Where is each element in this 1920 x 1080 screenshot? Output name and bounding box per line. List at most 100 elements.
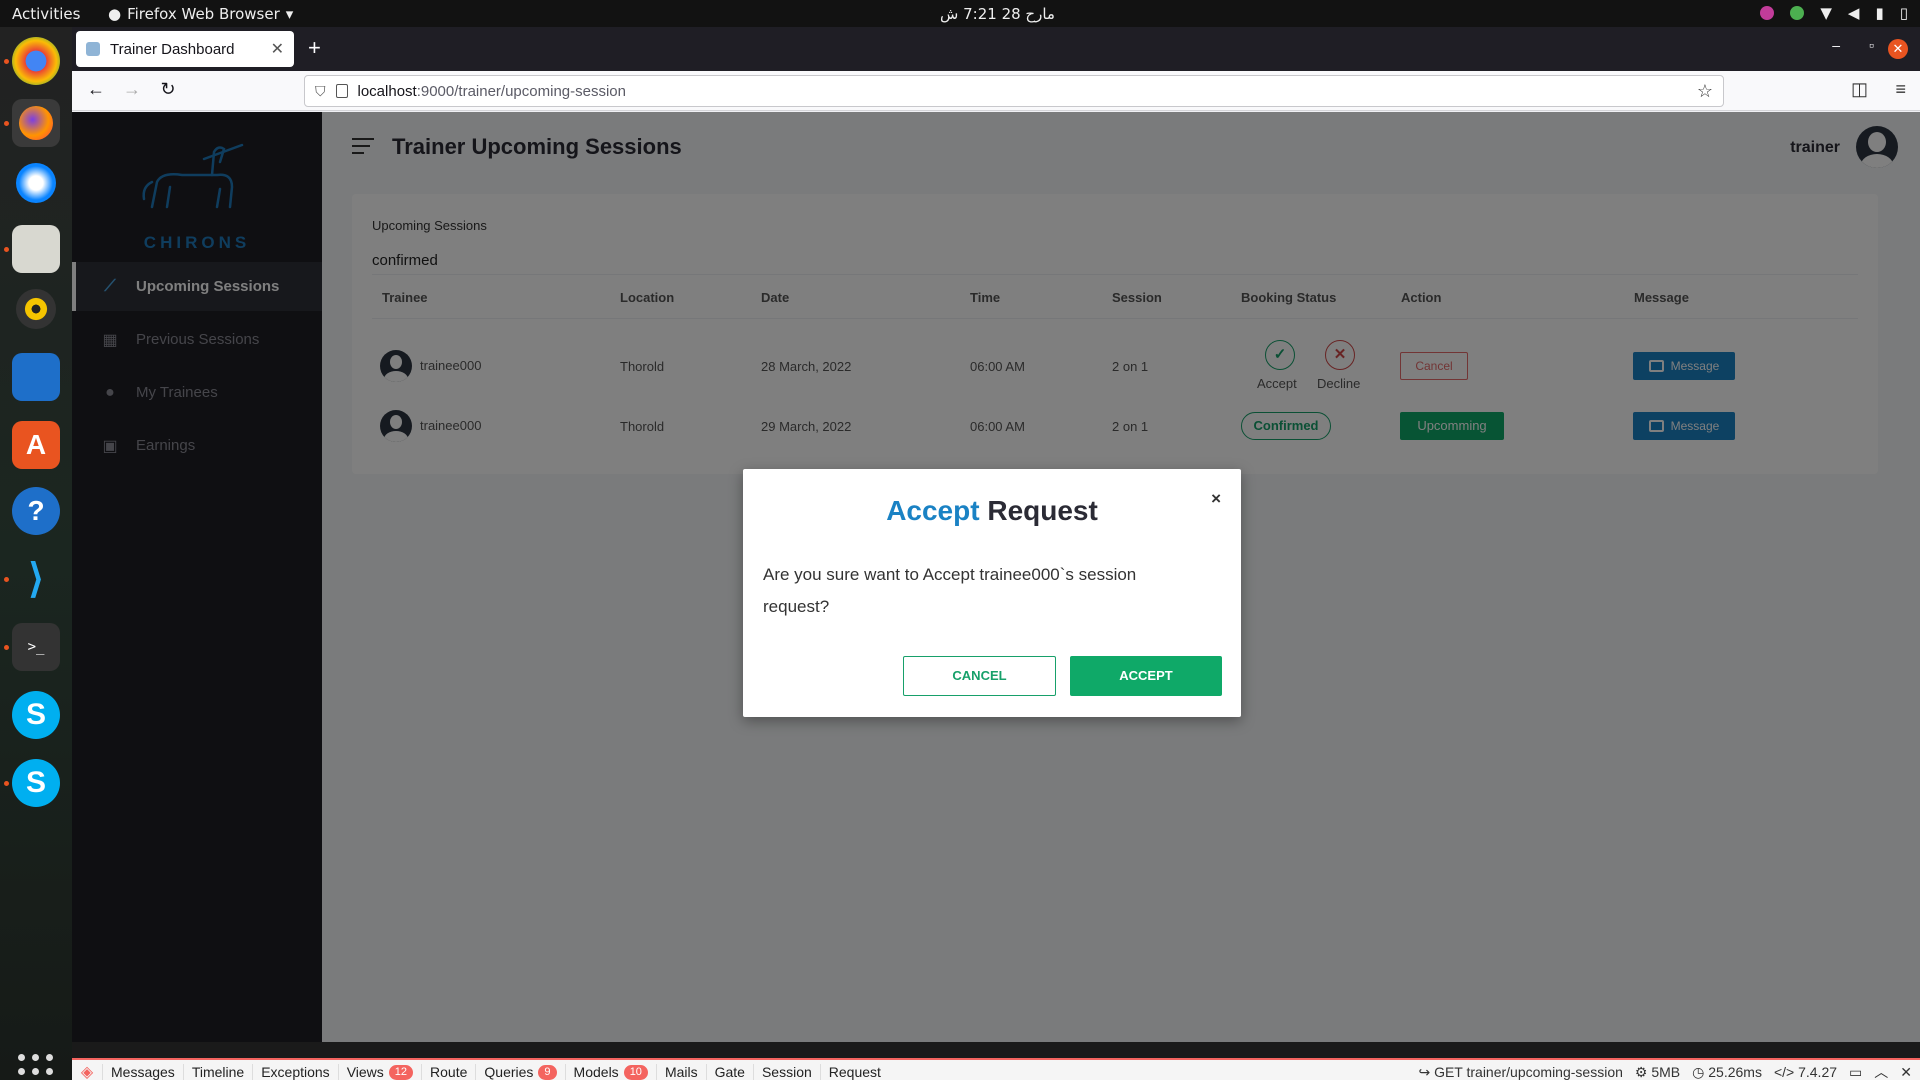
modal-title-accent: Accept xyxy=(886,495,980,526)
route-text: GET trainer/upcoming-session xyxy=(1434,1063,1623,1080)
debug-tab-label: Timeline xyxy=(191,1064,245,1080)
window-close-button[interactable]: ✕ xyxy=(1888,39,1908,59)
reload-button[interactable]: ↻ xyxy=(156,79,180,100)
browser-tab[interactable]: Trainer Dashboard ✕ xyxy=(76,31,294,67)
menu-icon[interactable]: ≡ xyxy=(1895,79,1906,100)
debug-tab-timeline[interactable]: Timeline xyxy=(182,1064,252,1080)
chrome-icon[interactable] xyxy=(12,37,60,85)
update-indicator-icon[interactable] xyxy=(1790,6,1805,20)
debug-tab-label: Exceptions xyxy=(261,1064,330,1080)
folder-icon[interactable]: ▭ xyxy=(1849,1064,1862,1080)
activities-button[interactable]: Activities xyxy=(12,5,80,23)
accept-button[interactable]: ACCEPT xyxy=(1070,656,1222,696)
skype-icon[interactable]: S xyxy=(12,691,60,739)
back-button[interactable]: ← xyxy=(84,79,108,100)
debug-tab-request[interactable]: Request xyxy=(819,1064,889,1080)
close-icon[interactable]: × xyxy=(1211,489,1221,509)
debug-tab-label: Mails xyxy=(664,1064,698,1080)
chevron-down-icon: ▾ xyxy=(285,5,294,23)
tab-strip: Trainer Dashboard ✕ + – ▫ ✕ xyxy=(72,27,1920,71)
debug-bar-strip: ◈ Messages Timeline Exceptions Views 12 R… xyxy=(72,1058,1920,1080)
battery-icon[interactable]: ▯ xyxy=(1900,4,1908,22)
modal-message: Are you sure want to Accept trainee000`s… xyxy=(763,565,1137,616)
url-path: :9000/trainer/upcoming-session xyxy=(416,82,626,100)
debug-tab-models[interactable]: Models 10 xyxy=(564,1064,656,1080)
count-badge: 12 xyxy=(388,1064,414,1080)
count-badge: 9 xyxy=(538,1064,557,1080)
debug-tab-exceptions[interactable]: Exceptions xyxy=(252,1064,337,1080)
debug-tab-label: Queries xyxy=(484,1064,534,1080)
memory-text: 5MB xyxy=(1651,1063,1681,1080)
system-tray[interactable]: ▼ ◀ ▮ ▯ xyxy=(1760,4,1908,22)
debug-bar: ◈ Messages Timeline Exceptions Views 12 R… xyxy=(72,1042,1920,1080)
firefox-icon[interactable] xyxy=(12,99,60,147)
running-indicator xyxy=(4,645,9,650)
show-apps-grid-icon[interactable] xyxy=(18,1054,54,1080)
running-indicator xyxy=(4,121,9,126)
memory-info: ⚙ 5MB xyxy=(1634,1063,1681,1080)
app-menu-label: Firefox Web Browser xyxy=(127,5,280,23)
running-indicator xyxy=(4,247,9,252)
debug-tab-session[interactable]: Session xyxy=(752,1064,820,1080)
debug-tab-label: Gate xyxy=(714,1064,745,1080)
php-version-info: </> 7.4.27 xyxy=(1773,1064,1838,1080)
close-tab-icon[interactable]: ✕ xyxy=(271,39,284,59)
debug-tab-mails[interactable]: Mails xyxy=(655,1064,706,1080)
clock[interactable]: مارح 28 7:21 ش xyxy=(940,5,1055,23)
os-top-bar: Activities ● Firefox Web Browser ▾ مارح … xyxy=(0,0,1920,27)
skype-icon[interactable]: S xyxy=(12,759,60,807)
bookmark-star-icon[interactable]: ☆ xyxy=(1697,81,1713,102)
laravel-logo-icon[interactable]: ◈ xyxy=(72,1062,102,1080)
wifi-icon[interactable]: ▼ xyxy=(1820,4,1832,22)
navigation-toolbar: ← → ↻ ⛉ localhost:9000/trainer/upcoming-… xyxy=(72,71,1920,111)
debug-bar-stats: ↪ GET trainer/upcoming-session ⚙ 5MB ◷ 2… xyxy=(1418,1062,1912,1080)
php-version-text: 7.4.27 xyxy=(1798,1064,1838,1080)
new-tab-button[interactable]: + xyxy=(308,35,321,61)
browser-window: Trainer Dashboard ✕ + – ▫ ✕ ← → ↻ ⛉ loca… xyxy=(72,27,1920,1080)
accept-request-modal: Accept Request × Are you sure want to Ac… xyxy=(743,469,1241,717)
debug-tab-label: Session xyxy=(761,1064,812,1080)
help-icon[interactable]: ? xyxy=(12,487,60,535)
debug-tab-messages[interactable]: Messages xyxy=(102,1064,183,1080)
maximize-button[interactable]: ▫ xyxy=(1869,37,1874,53)
running-indicator xyxy=(4,59,9,64)
rhythmbox-icon[interactable] xyxy=(12,285,60,333)
debug-tab-gate[interactable]: Gate xyxy=(705,1064,753,1080)
debug-tab-views[interactable]: Views 12 xyxy=(337,1064,421,1080)
debug-tab-route[interactable]: Route xyxy=(421,1064,475,1080)
chevron-up-icon[interactable]: ︿ xyxy=(1874,1062,1888,1080)
route-info[interactable]: ↪ GET trainer/upcoming-session xyxy=(1418,1064,1622,1080)
url-bar[interactable]: ⛉ localhost:9000/trainer/upcoming-sessio… xyxy=(304,75,1724,107)
tab-title: Trainer Dashboard xyxy=(110,40,235,58)
tracking-shield-icon[interactable]: ⛉ xyxy=(315,83,326,100)
debug-tab-label: Request xyxy=(828,1064,881,1080)
debug-tab-queries[interactable]: Queries 9 xyxy=(475,1064,564,1080)
thunderbird-icon[interactable] xyxy=(12,159,60,207)
forward-button[interactable]: → xyxy=(120,79,144,100)
pocket-icon[interactable]: ◫ xyxy=(1851,79,1868,100)
url-host: localhost xyxy=(357,82,417,100)
app-indicator-icon[interactable] xyxy=(1760,6,1775,20)
time-text: 25.26ms xyxy=(1708,1063,1762,1080)
count-badge: 10 xyxy=(623,1064,648,1080)
cancel-button[interactable]: CANCEL xyxy=(903,656,1056,696)
firefox-icon: ● xyxy=(108,5,122,23)
close-icon[interactable]: ✕ xyxy=(1900,1064,1912,1080)
terminal-icon[interactable]: >_ xyxy=(12,623,60,671)
software-center-icon[interactable]: A xyxy=(12,421,60,469)
web-content: CHIRONS ⟋ Upcoming Sessions ▦ Previous S… xyxy=(72,112,1920,1080)
files-icon[interactable] xyxy=(12,225,60,273)
dock: A ? ⟩ >_ S S xyxy=(0,27,72,1080)
modal-title: Accept Request xyxy=(743,495,1241,527)
volume-icon[interactable]: ◀ xyxy=(1848,4,1860,22)
app-menu[interactable]: ● Firefox Web Browser ▾ xyxy=(108,5,293,23)
page-info-icon[interactable] xyxy=(335,84,348,98)
time-info: ◷ 25.26ms xyxy=(1692,1063,1762,1080)
vscode-icon[interactable]: ⟩ xyxy=(12,555,60,603)
debug-tab-label: Route xyxy=(430,1064,468,1080)
minimize-button[interactable]: – xyxy=(1832,37,1840,53)
microphone-icon[interactable]: ▮ xyxy=(1875,4,1883,22)
writer-icon[interactable] xyxy=(12,353,60,401)
modal-backdrop[interactable]: Accept Request × Are you sure want to Ac… xyxy=(72,112,1920,1042)
debug-tab-label: Models xyxy=(573,1064,619,1080)
